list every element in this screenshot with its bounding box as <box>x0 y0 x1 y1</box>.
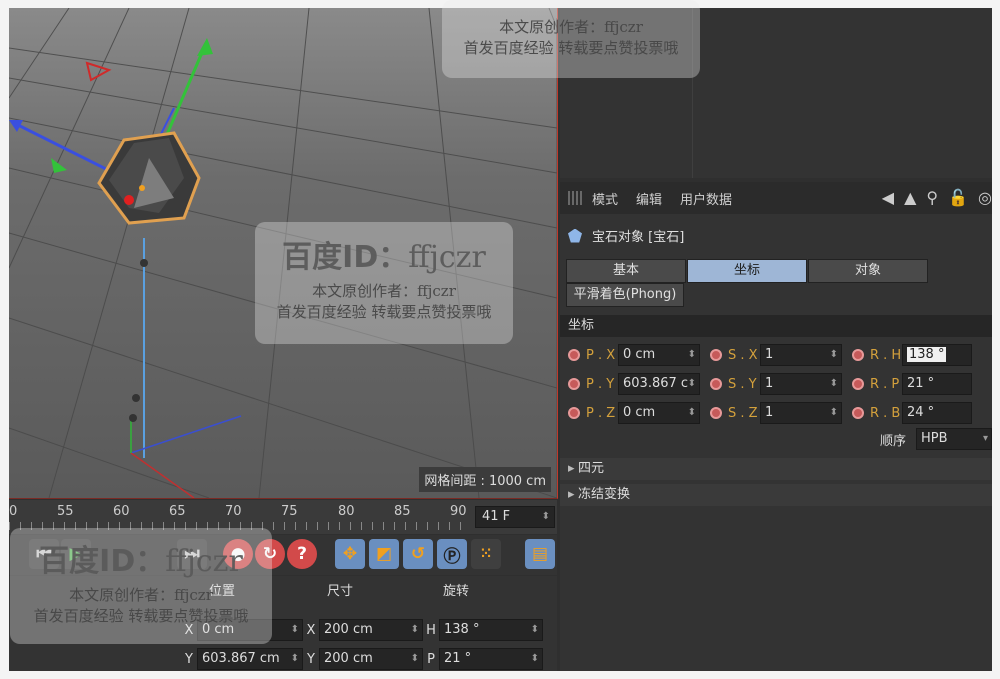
target-icon[interactable]: ◎ <box>978 188 992 207</box>
parameter-key-icon[interactable]: Ⓟ <box>437 539 467 569</box>
tick-label: 70 <box>225 504 242 519</box>
keyframe-radio[interactable] <box>852 378 864 390</box>
group-quaternion[interactable]: 四元 <box>560 458 992 480</box>
film-icon[interactable]: ▤ <box>525 539 555 569</box>
param-label: S . Y <box>728 376 757 392</box>
watermark: 百度ID：ffjczr 本文原创作者：ffjczr 首发百度经验 转载要点赞投票… <box>10 528 272 644</box>
menu-mode[interactable]: 模式 <box>592 189 618 208</box>
axis-label: Y <box>307 651 315 667</box>
tab-coordinates[interactable]: 坐标 <box>687 259 807 283</box>
menu-edit[interactable]: 编辑 <box>636 189 662 208</box>
axis-label: X <box>306 622 316 638</box>
section-coordinates: 坐标 <box>560 315 992 337</box>
coord-row-x: P . X 0 cm ⬍ S . X 1 ⬍ R . H 138 ° <box>568 343 972 367</box>
param-field[interactable]: 24 ° <box>902 402 972 424</box>
keyframe-radio[interactable] <box>710 378 722 390</box>
rotation-field[interactable]: 138 ° ⬍ <box>439 619 543 641</box>
tab-object[interactable]: 对象 <box>808 259 928 283</box>
keyframe-radio[interactable] <box>568 349 580 361</box>
param-field[interactable]: 0 cm ⬍ <box>618 402 700 424</box>
rotate-key-icon[interactable]: ↺ <box>403 539 433 569</box>
gem-icon <box>568 228 582 243</box>
tab-phong[interactable]: 平滑着色(Phong) <box>566 283 684 307</box>
param-field[interactable]: 1 ⬍ <box>760 344 842 366</box>
param-field[interactable]: 21 ° <box>902 373 972 395</box>
order-select[interactable]: HPB ▾ <box>916 428 992 450</box>
order-label: 顺序 <box>880 433 907 449</box>
param-label: S . Z <box>728 405 758 421</box>
param-field[interactable]: 1 ⬍ <box>760 402 842 424</box>
position-field[interactable]: 603.867 cm ⬍ <box>197 648 303 670</box>
header-size: 尺寸 <box>327 584 354 599</box>
rotation-order: 顺序 HPB ▾ <box>880 428 992 450</box>
search-icon[interactable]: ⚲ <box>926 188 938 207</box>
param-label: S . X <box>728 347 758 363</box>
coord-row-y: P . Y 603.867 c ⬍ S . Y 1 ⬍ R . P 21 ° <box>568 372 972 396</box>
axis-label: Y <box>185 651 193 667</box>
param-label: P . X <box>586 347 616 363</box>
watermark: 本文原创作者：ffjczr 首发百度经验 转载要点赞投票哦 <box>442 0 700 78</box>
param-field[interactable]: 0 cm ⬍ <box>618 344 700 366</box>
watermark: 百度ID：ffjczr 本文原创作者：ffjczr 首发百度经验 转载要点赞投票… <box>255 222 513 344</box>
size-field[interactable]: 200 cm ⬍ <box>319 648 423 670</box>
param-label: P . Y <box>586 376 615 392</box>
param-label: R . P <box>870 376 900 392</box>
param-label: R . B <box>870 405 901 421</box>
attribute-menu-bar: 模式 编辑 用户数据 ◀ ▲ ⚲ 🔓 ◎ <box>560 182 992 214</box>
tick-label: 90 <box>450 504 467 519</box>
lock-icon[interactable]: 🔓 <box>948 188 968 207</box>
keyframe-radio[interactable] <box>710 407 722 419</box>
arrow-up-icon[interactable]: ▲ <box>904 188 916 207</box>
coord-row-z: P . Z 0 cm ⬍ S . Z 1 ⬍ R . B 24 ° <box>568 401 972 425</box>
keyframe-radio[interactable] <box>710 349 722 361</box>
keyframe-radio[interactable] <box>852 407 864 419</box>
attribute-tabs: 基本 坐标 对象 <box>566 259 929 283</box>
move-key-icon[interactable]: ✥ <box>335 539 365 569</box>
keyframe-radio[interactable] <box>568 407 580 419</box>
tick-label: 75 <box>281 504 298 519</box>
param-field[interactable]: 138 ° <box>902 344 972 366</box>
tick-label: 80 <box>338 504 355 519</box>
param-label: P . Z <box>586 405 616 421</box>
axis-label: P <box>427 651 435 667</box>
grip-icon[interactable] <box>568 191 582 205</box>
menu-user-data[interactable]: 用户数据 <box>680 189 732 208</box>
param-field[interactable]: 1 ⬍ <box>760 373 842 395</box>
current-frame-field[interactable]: 41 F ⬍ <box>475 506 555 528</box>
size-field[interactable]: 200 cm ⬍ <box>319 619 423 641</box>
header-rotation: 旋转 <box>443 584 470 599</box>
param-field[interactable]: 603.867 c ⬍ <box>618 373 700 395</box>
tick-label: 55 <box>57 504 74 519</box>
rotation-field[interactable]: 21 ° ⬍ <box>439 648 543 670</box>
arrow-left-icon[interactable]: ◀ <box>882 188 894 207</box>
scale-key-icon[interactable]: ◩ <box>369 539 399 569</box>
keyframe-radio[interactable] <box>852 349 864 361</box>
keyframe-radio[interactable] <box>568 378 580 390</box>
keyframe-selection-icon[interactable]: ? <box>287 539 317 569</box>
object-title-text: 宝石对象 [宝石] <box>592 230 685 245</box>
group-freeze-transform[interactable]: 冻结变换 <box>560 484 992 506</box>
attribute-manager: 模式 编辑 用户数据 ◀ ▲ ⚲ 🔓 ◎ 宝石对象 [宝石] 基本 坐标 对象 … <box>560 182 992 671</box>
tick-label: 85 <box>394 504 411 519</box>
param-label: R . H <box>870 347 902 363</box>
tick-label: 0 <box>9 504 18 519</box>
point-level-icon[interactable]: ⁙ <box>471 539 501 569</box>
tick-label: 60 <box>113 504 130 519</box>
tab-basic[interactable]: 基本 <box>566 259 686 283</box>
grid-spacing-label: 网格间距 : 1000 cm <box>419 467 551 492</box>
object-title: 宝石对象 [宝石] <box>568 226 684 245</box>
axis-label: H <box>426 622 436 638</box>
coord-row-2: Y 603.867 cm ⬍ Y 200 cm ⬍ P 21 ° ⬍ <box>181 647 543 671</box>
tick-label: 65 <box>169 504 186 519</box>
